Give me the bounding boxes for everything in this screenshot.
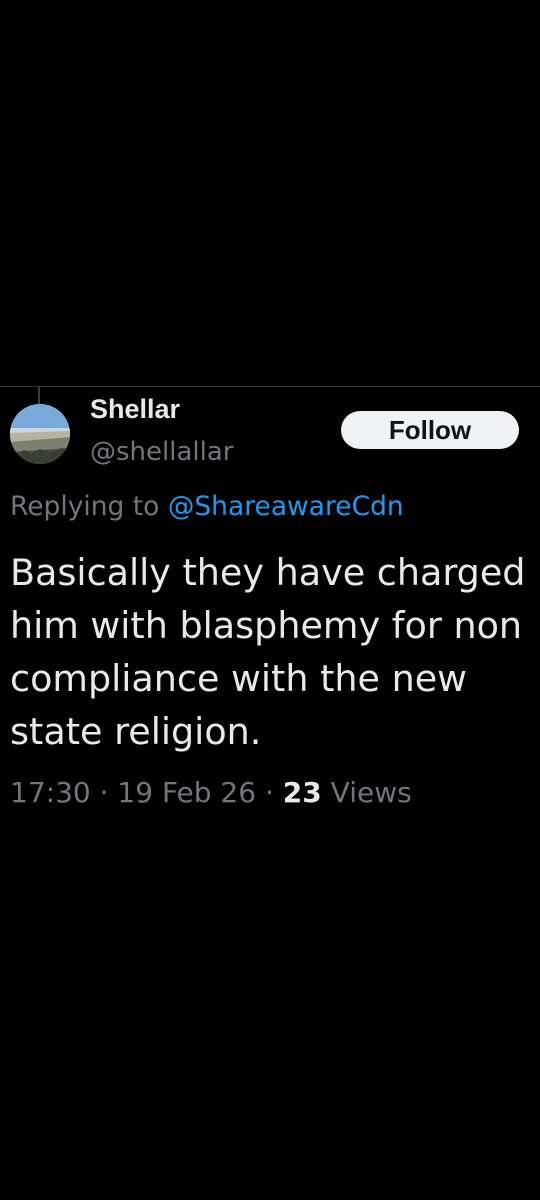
tweet-text-line: state religion. bbox=[10, 710, 262, 753]
divider bbox=[0, 386, 540, 387]
tweet-meta: 17:30 · 19 Feb 26 · 23 Views bbox=[10, 776, 412, 809]
replying-to: Replying to @ShareawareCdn bbox=[10, 491, 404, 522]
beach-landscape-avatar-icon bbox=[10, 404, 70, 464]
replying-to-mention-link[interactable]: @ShareawareCdn bbox=[168, 491, 404, 522]
meta-separator: · bbox=[99, 776, 109, 809]
replying-to-prefix: Replying to bbox=[10, 491, 160, 522]
tweet-text-line: Basically they have charged bbox=[10, 551, 526, 594]
avatar[interactable] bbox=[10, 404, 70, 464]
tweet-date[interactable]: 19 Feb 26 bbox=[117, 776, 256, 809]
follow-button[interactable]: Follow bbox=[341, 411, 519, 449]
tweet-screen: Shellar @shellallar Follow Replying to @… bbox=[0, 0, 540, 1200]
user-handle[interactable]: @shellallar bbox=[90, 437, 233, 467]
meta-separator: · bbox=[264, 776, 274, 809]
views-label[interactable]: Views bbox=[331, 776, 412, 809]
tweet-text-line: compliance with the new bbox=[10, 657, 468, 700]
thread-connector-line bbox=[38, 387, 40, 404]
tweet-text: Basically they have charged him with bla… bbox=[10, 546, 538, 758]
tweet-time[interactable]: 17:30 bbox=[10, 776, 91, 809]
views-count[interactable]: 23 bbox=[283, 776, 322, 809]
tweet-text-line: him with blasphemy for non bbox=[10, 604, 523, 647]
display-name[interactable]: Shellar bbox=[90, 394, 180, 425]
